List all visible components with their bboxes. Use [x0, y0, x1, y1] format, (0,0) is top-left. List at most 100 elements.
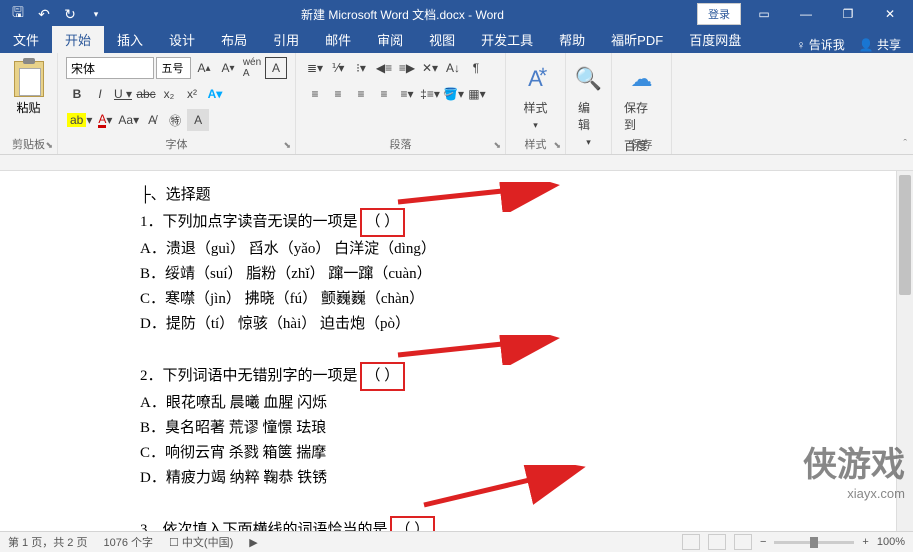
- enclose-char-icon[interactable]: ㊕: [164, 109, 186, 131]
- tab-帮助[interactable]: 帮助: [546, 26, 598, 53]
- subscript-button[interactable]: x₂: [158, 83, 180, 105]
- editing-group: 🔍 编辑▾: [566, 53, 612, 154]
- word-count[interactable]: 1076 个字: [103, 534, 153, 550]
- minimize-icon[interactable]: —: [787, 2, 825, 26]
- document-line: B．绥靖（suí） 脂粉（zhǐ） 蹿一蹿（cuàn）: [140, 262, 773, 287]
- show-marks-icon[interactable]: ¶: [465, 57, 487, 79]
- zoom-in-icon[interactable]: +: [862, 536, 868, 548]
- zoom-out-icon[interactable]: −: [760, 536, 766, 548]
- document-line: [140, 337, 773, 362]
- multilevel-icon[interactable]: ⁝▾: [350, 57, 372, 79]
- undo-icon[interactable]: ↶: [32, 2, 56, 26]
- login-button[interactable]: 登录: [697, 3, 741, 25]
- tab-插入[interactable]: 插入: [104, 26, 156, 53]
- window-controls: 登录 ▭ — ❐ ✕: [697, 2, 913, 26]
- tab-开发工具[interactable]: 开发工具: [468, 26, 546, 53]
- distribute-icon[interactable]: ≡▾: [396, 83, 418, 105]
- justify-icon[interactable]: ≡: [373, 83, 395, 105]
- document-area: ├、选择题1．下列加点字读音无误的一项是（ ）A．溃退（guì） 舀水（yǎo）…: [0, 155, 913, 531]
- save-group: ☁ 保存到 百度网盘 保存: [612, 53, 672, 154]
- bold-button[interactable]: B: [66, 83, 88, 105]
- page-number[interactable]: 第 1 页，共 2 页: [8, 534, 87, 550]
- ribbon-tabs: 文件开始插入设计布局引用邮件审阅视图开发工具帮助福昕PDF百度网盘 ♀ 告诉我 …: [0, 28, 913, 53]
- align-left-icon[interactable]: ≡: [304, 83, 326, 105]
- shading-icon[interactable]: 🪣▾: [442, 83, 465, 105]
- language[interactable]: ☐ 中文(中国): [169, 534, 233, 550]
- ribbon-display-icon[interactable]: ▭: [745, 2, 783, 26]
- shrink-font-icon[interactable]: A▾: [217, 57, 239, 79]
- ribbon: 粘贴 剪贴板 ⬊ 宋体 五号 A▴ A▾ wénA A B I U ▾ abc …: [0, 53, 913, 155]
- dialog-launcher-icon[interactable]: ⬊: [493, 140, 501, 151]
- maximize-icon[interactable]: ❐: [829, 2, 867, 26]
- document-line: D．精疲力竭 纳粹 鞠恭 铁锈: [140, 466, 773, 491]
- tab-视图[interactable]: 视图: [416, 26, 468, 53]
- align-center-icon[interactable]: ≡: [327, 83, 349, 105]
- styles-button[interactable]: A⃰ 样式▾: [514, 57, 557, 137]
- increase-indent-icon[interactable]: ≡▶: [396, 57, 418, 79]
- document-line: 3．依次填入下面横线的词语恰当的是（ ）: [140, 516, 773, 531]
- tab-审阅[interactable]: 审阅: [364, 26, 416, 53]
- bullets-icon[interactable]: ≣▾: [304, 57, 326, 79]
- grow-font-icon[interactable]: A▴: [193, 57, 215, 79]
- tab-布局[interactable]: 布局: [208, 26, 260, 53]
- tellme-button[interactable]: ♀ 告诉我: [796, 36, 844, 53]
- dialog-launcher-icon[interactable]: ⬊: [45, 140, 53, 151]
- dialog-launcher-icon[interactable]: ⬊: [553, 140, 561, 151]
- tab-邮件[interactable]: 邮件: [312, 26, 364, 53]
- strikethrough-button[interactable]: abc: [135, 83, 157, 105]
- tab-百度网盘[interactable]: 百度网盘: [676, 26, 754, 53]
- print-layout-icon[interactable]: [708, 534, 726, 550]
- font-name-combo[interactable]: 宋体: [66, 57, 154, 79]
- change-case-icon[interactable]: Aa▾: [117, 109, 140, 131]
- sort-icon[interactable]: A↓: [442, 57, 464, 79]
- tab-引用[interactable]: 引用: [260, 26, 312, 53]
- underline-button[interactable]: U ▾: [112, 83, 134, 105]
- scroll-thumb[interactable]: [899, 175, 911, 295]
- superscript-button[interactable]: x²: [181, 83, 203, 105]
- redo-icon[interactable]: ↻: [58, 2, 82, 26]
- font-size-combo[interactable]: 五号: [156, 57, 191, 79]
- align-right-icon[interactable]: ≡: [350, 83, 372, 105]
- numbering-icon[interactable]: ⅟▾: [327, 57, 349, 79]
- zoom-slider[interactable]: [774, 541, 854, 544]
- document-line: C．响彻云宵 杀戮 箱箧 揣摩: [140, 441, 773, 466]
- zoom-level[interactable]: 100%: [877, 536, 905, 548]
- save-icon[interactable]: 🖫: [6, 2, 30, 26]
- line-spacing-icon[interactable]: ‡≡▾: [419, 83, 441, 105]
- read-mode-icon[interactable]: [682, 534, 700, 550]
- cloud-icon: ☁: [626, 63, 658, 95]
- char-border-icon[interactable]: A: [265, 57, 287, 79]
- tab-设计[interactable]: 设计: [156, 26, 208, 53]
- macro-record-icon[interactable]: ▶: [249, 536, 257, 549]
- tab-开始[interactable]: 开始: [52, 26, 104, 53]
- find-button[interactable]: 🔍 编辑▾: [574, 57, 603, 154]
- page-content[interactable]: ├、选择题1．下列加点字读音无误的一项是（ ）A．溃退（guì） 舀水（yǎo）…: [0, 171, 913, 531]
- watermark-logo: 侠游戏: [803, 437, 905, 486]
- horizontal-ruler[interactable]: [0, 155, 913, 171]
- web-layout-icon[interactable]: [734, 534, 752, 550]
- char-shading-icon[interactable]: A: [187, 109, 209, 131]
- highlight-icon[interactable]: ab▾: [66, 109, 93, 131]
- borders-icon[interactable]: ▦▾: [466, 83, 488, 105]
- watermark-url: xiayx.com: [803, 486, 905, 501]
- text-effects-icon[interactable]: A▾: [204, 83, 226, 105]
- window-title: 新建 Microsoft Word 文档.docx - Word: [108, 6, 697, 23]
- quick-access-toolbar: 🖫 ↶ ↻ ▾: [0, 2, 108, 26]
- qat-customize-icon[interactable]: ▾: [84, 2, 108, 26]
- paste-button[interactable]: 粘贴: [8, 57, 49, 120]
- collapse-ribbon-icon[interactable]: ˆ: [903, 138, 907, 150]
- close-icon[interactable]: ✕: [871, 2, 909, 26]
- tab-文件[interactable]: 文件: [0, 26, 52, 53]
- decrease-indent-icon[interactable]: ◀≡: [373, 57, 395, 79]
- text-direction-icon[interactable]: ✕▾: [419, 57, 441, 79]
- font-color-icon[interactable]: A▾: [94, 109, 116, 131]
- clear-format-icon[interactable]: A̸: [141, 109, 163, 131]
- italic-button[interactable]: I: [89, 83, 111, 105]
- clipboard-group: 粘贴 剪贴板 ⬊: [0, 53, 58, 154]
- dialog-launcher-icon[interactable]: ⬊: [283, 140, 291, 151]
- tab-福昕PDF[interactable]: 福昕PDF: [598, 26, 676, 53]
- answer-blank-highlight: （ ）: [360, 362, 406, 391]
- phonetic-guide-icon[interactable]: wénA: [241, 57, 263, 79]
- share-button[interactable]: 👤 共享: [859, 36, 901, 53]
- paragraph-group: ≣▾ ⅟▾ ⁝▾ ◀≡ ≡▶ ✕▾ A↓ ¶ ≡ ≡ ≡ ≡ ≡▾ ‡≡▾ 🪣▾…: [296, 53, 506, 154]
